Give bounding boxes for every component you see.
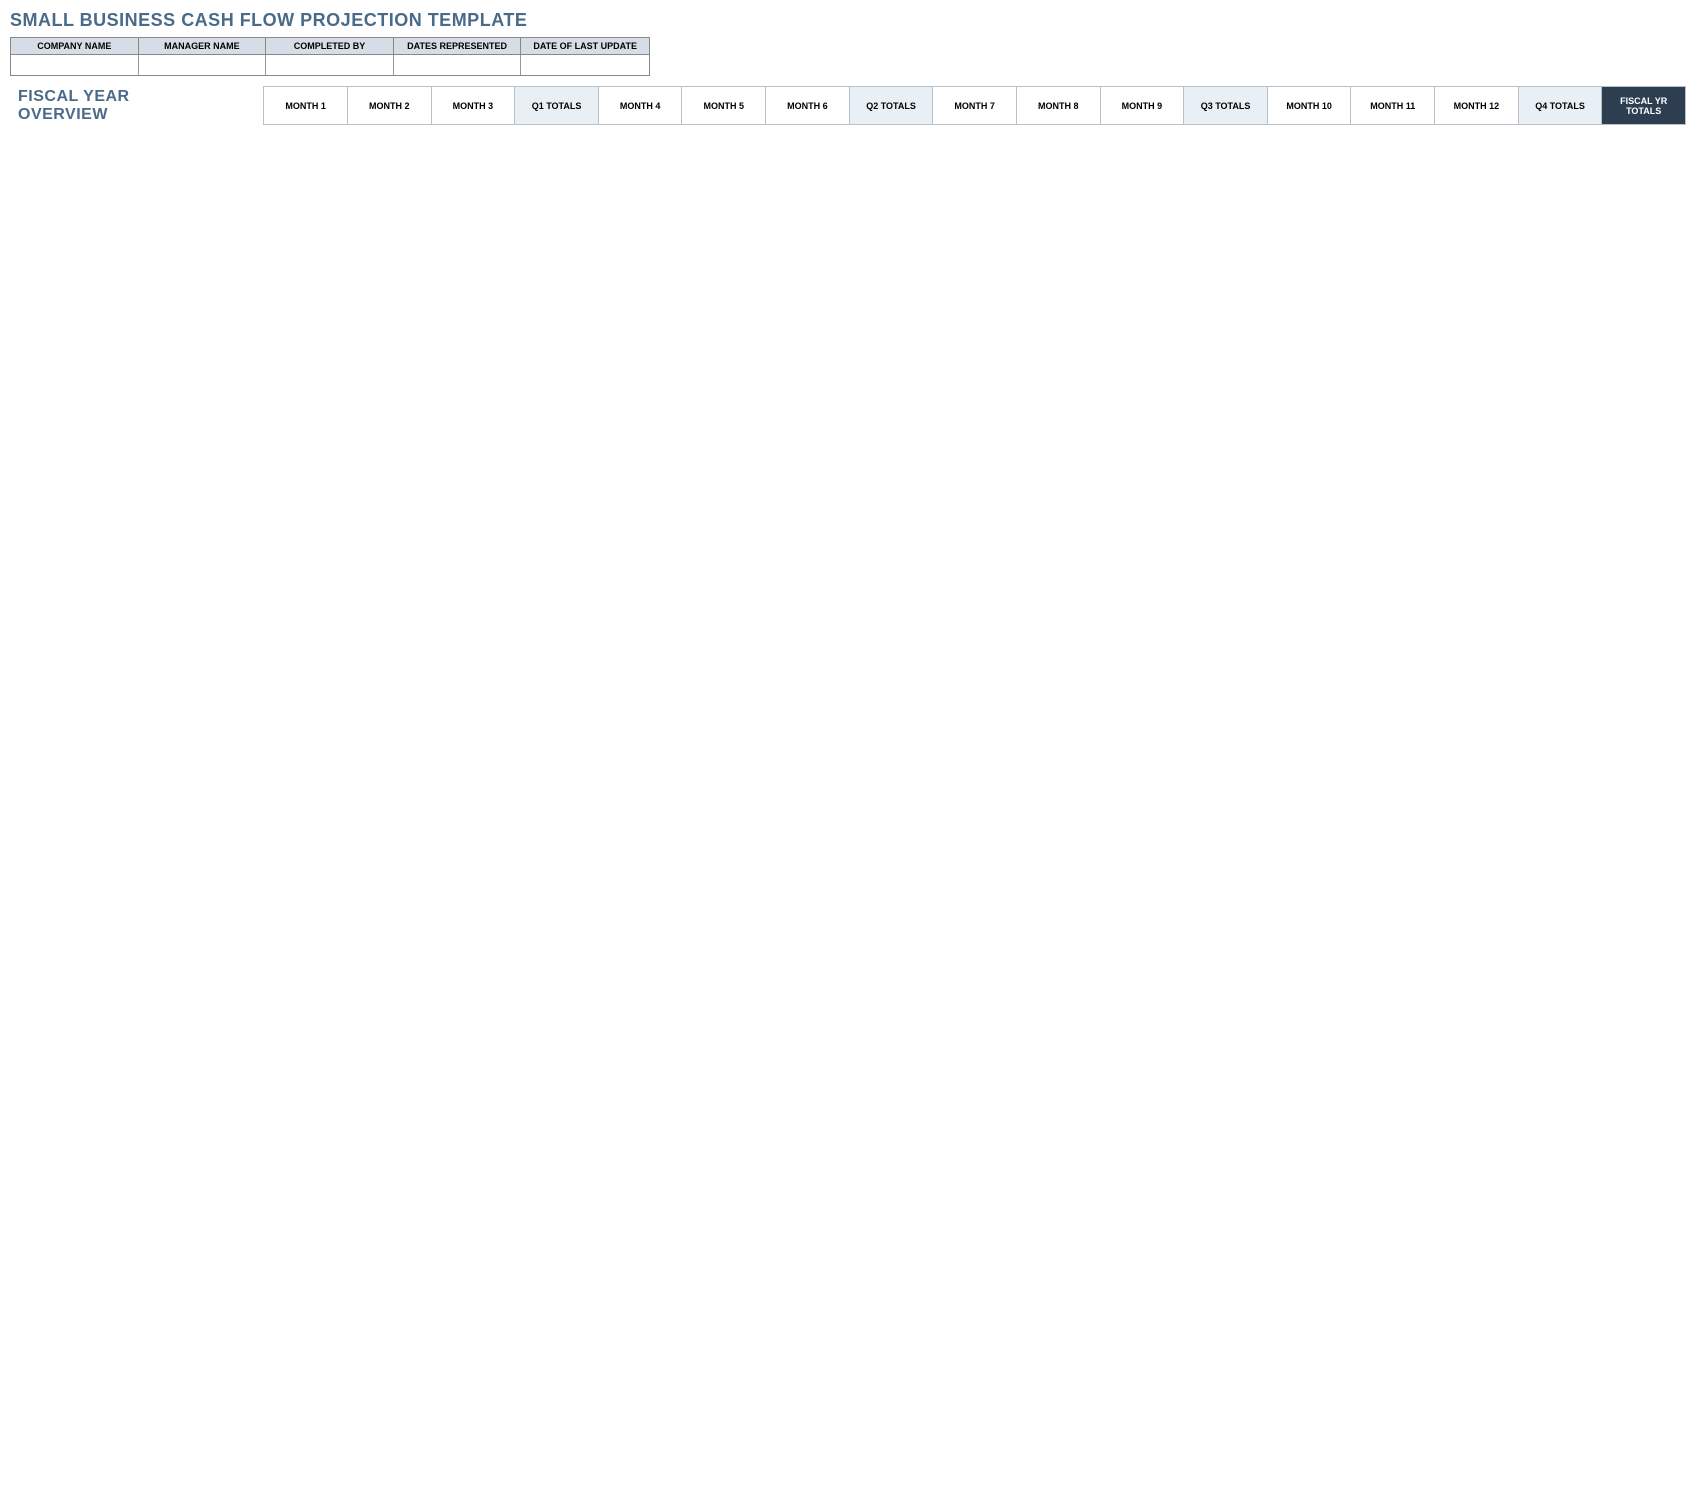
meta-head-update: DATE OF LAST UPDATE [521, 38, 649, 55]
col-head-m8: MONTH 8 [1016, 87, 1100, 125]
meta-head-manager: MANAGER NAME [139, 38, 267, 55]
col-head-q1: Q1 TOTALS [515, 87, 599, 125]
col-head-m1: MONTH 1 [264, 87, 348, 125]
col-head-m11: MONTH 11 [1351, 87, 1435, 125]
meta-head-completed: COMPLETED BY [266, 38, 394, 55]
page-title: SMALL BUSINESS CASH FLOW PROJECTION TEMP… [10, 10, 1686, 31]
col-head-m7: MONTH 7 [933, 87, 1017, 125]
meta-head-dates: DATES REPRESENTED [394, 38, 522, 55]
col-head-m12: MONTH 12 [1435, 87, 1519, 125]
meta-input-manager[interactable] [139, 55, 267, 75]
col-head-m5: MONTH 5 [682, 87, 766, 125]
col-head-q2: Q2 TOTALS [849, 87, 933, 125]
col-head-q3: Q3 TOTALS [1184, 87, 1268, 125]
col-head-m3: MONTH 3 [431, 87, 515, 125]
col-head-m4: MONTH 4 [598, 87, 682, 125]
meta-input-update[interactable] [521, 55, 649, 75]
meta-input-dates[interactable] [394, 55, 522, 75]
meta-table: COMPANY NAME MANAGER NAME COMPLETED BY D… [10, 37, 650, 76]
col-head-q4: Q4 TOTALS [1518, 87, 1602, 125]
col-head-m2: MONTH 2 [347, 87, 431, 125]
cashflow-table: FISCAL YEAR OVERVIEW MONTH 1MONTH 2MONTH… [10, 86, 1686, 125]
col-head-fy: FISCAL YR TOTALS [1602, 87, 1686, 125]
meta-head-company: COMPANY NAME [11, 38, 139, 55]
col-head-m9: MONTH 9 [1100, 87, 1184, 125]
col-head-m6: MONTH 6 [766, 87, 850, 125]
meta-input-company[interactable] [11, 55, 139, 75]
meta-input-completed[interactable] [266, 55, 394, 75]
col-head-m10: MONTH 10 [1267, 87, 1351, 125]
fiscal-title: FISCAL YEAR OVERVIEW [18, 88, 218, 124]
